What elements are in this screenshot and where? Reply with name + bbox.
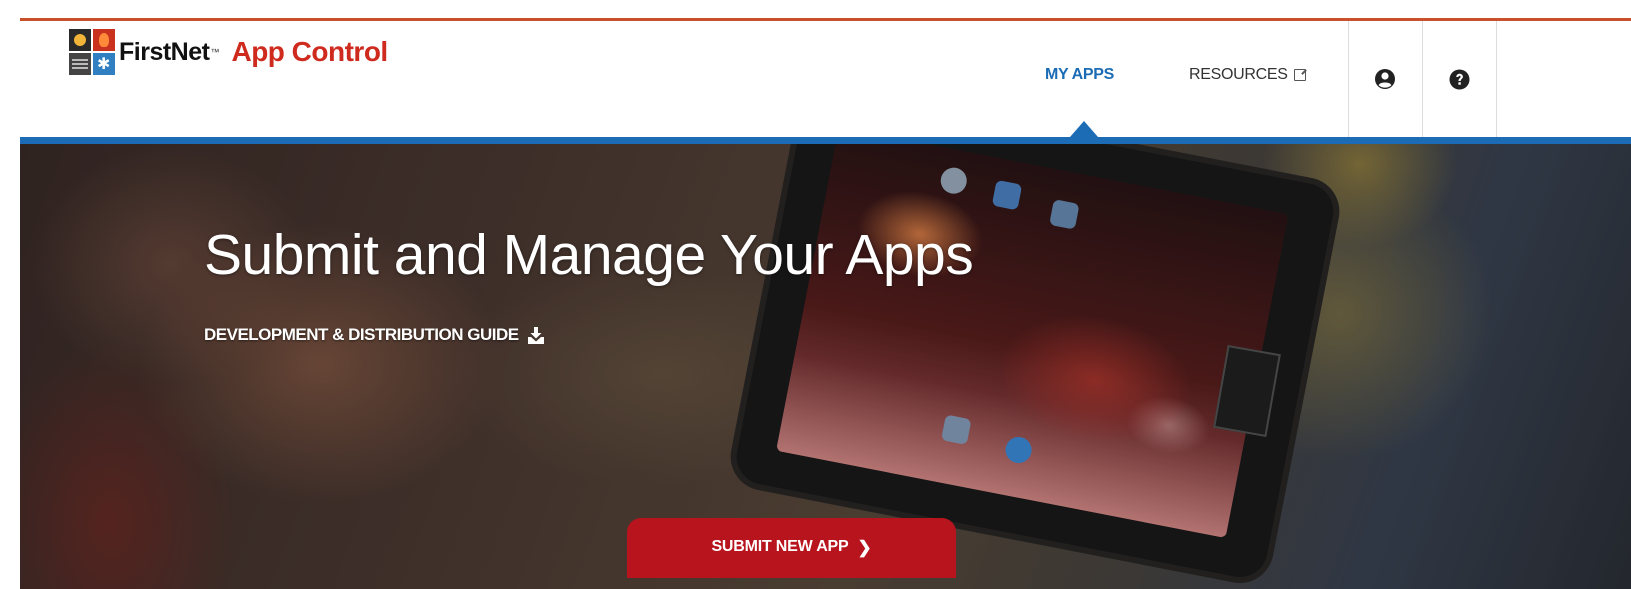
header-bottom-bar (20, 137, 1631, 144)
user-circle-icon (1375, 69, 1395, 89)
development-guide-label: DEVELOPMENT & DISTRIBUTION GUIDE (204, 325, 519, 344)
download-icon (527, 326, 544, 344)
nav-active-indicator (1070, 121, 1098, 137)
account-button[interactable] (1349, 21, 1421, 137)
brand-logo-link[interactable]: FirstNet™ App Control (69, 29, 388, 75)
external-link-icon (1293, 69, 1306, 81)
submit-new-app-button[interactable]: SUBMIT NEW APP ❯ (627, 518, 956, 578)
submit-new-app-label: SUBMIT NEW APP (711, 538, 849, 555)
brand-name: FirstNet (119, 37, 210, 66)
nav-resources[interactable]: RESOURCES (1189, 66, 1306, 84)
hero-title: Submit and Manage Your Apps (204, 223, 974, 287)
development-guide-link[interactable]: DEVELOPMENT & DISTRIBUTION GUIDE (204, 325, 545, 345)
nav-divider (1496, 21, 1497, 137)
hero-banner: Submit and Manage Your Apps DEVELOPMENT … (20, 144, 1631, 589)
brand-product-name: App Control (231, 36, 388, 67)
brand-trademark: ™ (210, 47, 220, 57)
nav-my-apps[interactable]: MY APPS (1045, 66, 1114, 84)
firstnet-logo-icon (69, 29, 117, 75)
nav-resources-label: RESOURCES (1189, 66, 1288, 83)
help-circle-icon (1449, 69, 1469, 89)
help-button[interactable] (1423, 21, 1495, 137)
chevron-right-icon: ❯ (857, 538, 872, 557)
